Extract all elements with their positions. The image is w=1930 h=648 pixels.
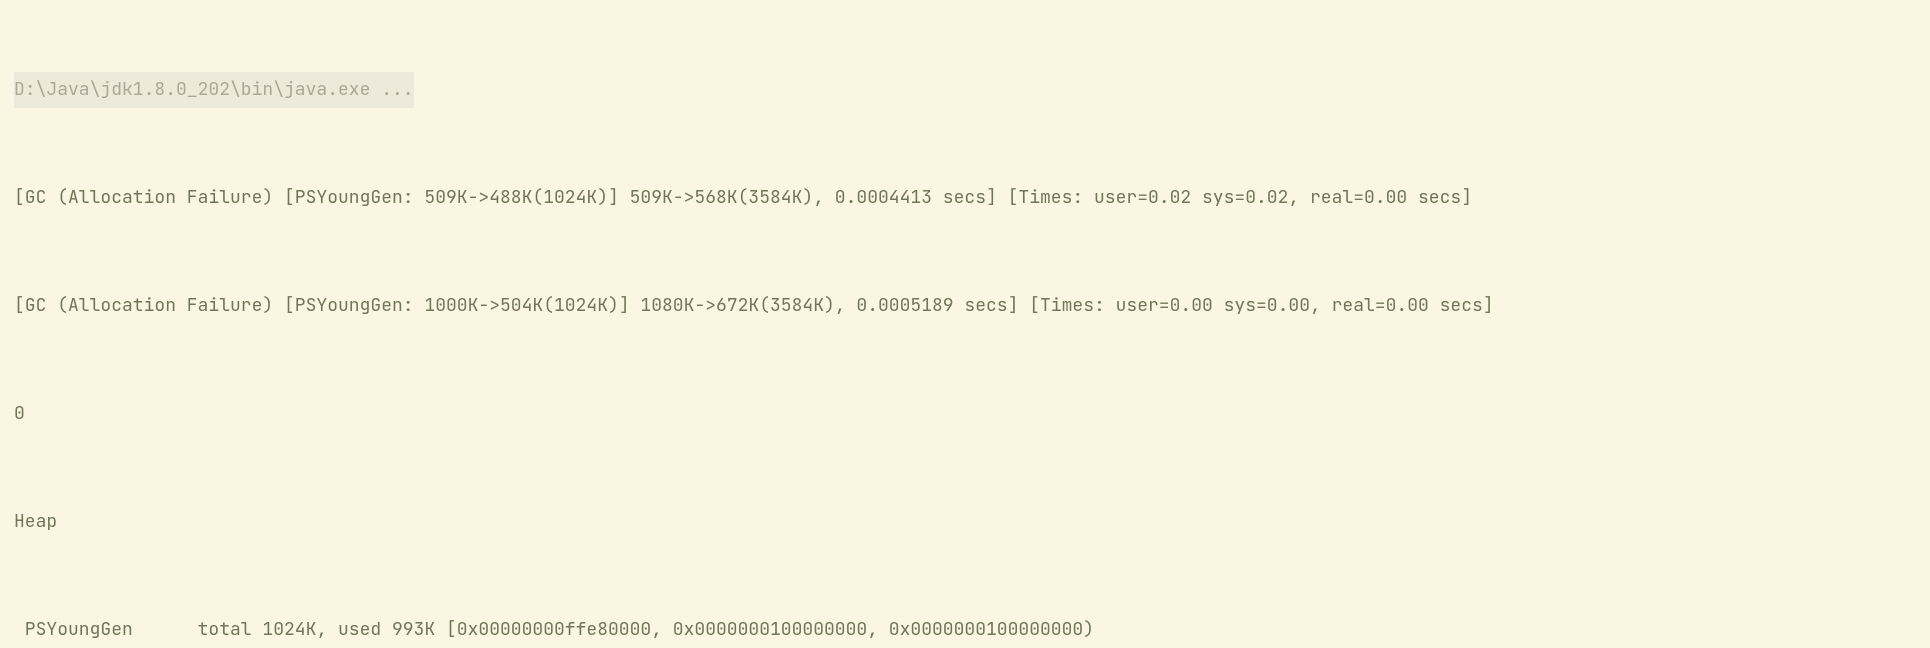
gc-log-line: [GC (Allocation Failure) [PSYoungGen: 10… bbox=[14, 288, 1930, 324]
gc-log-line: [GC (Allocation Failure) [PSYoungGen: 50… bbox=[14, 180, 1930, 216]
command-line: D:\Java\jdk1.8.0_202\bin\java.exe ... bbox=[14, 72, 414, 108]
output-line: 0 bbox=[14, 396, 1930, 432]
heap-header: Heap bbox=[14, 504, 1930, 540]
heap-psyounggen: PSYoungGen total 1024K, used 993K [0x000… bbox=[14, 612, 1930, 648]
console-output: D:\Java\jdk1.8.0_202\bin\java.exe ... [G… bbox=[0, 0, 1930, 648]
